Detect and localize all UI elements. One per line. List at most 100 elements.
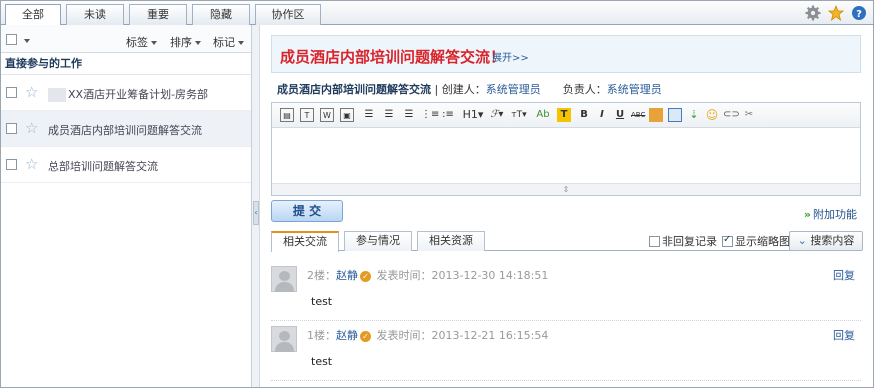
topic-title: 成员酒店内部培训问题解答交流！ — [280, 48, 506, 66]
star-icon[interactable] — [828, 5, 844, 21]
user-link[interactable]: 赵静 — [336, 269, 358, 282]
star-outline-icon[interactable]: ☆ — [25, 85, 38, 100]
star-outline-icon[interactable]: ☆ — [25, 121, 38, 136]
post-item: 1楼：赵静 ✓ 发表时间：2013-12-21 16:15:54 回复 test — [271, 323, 861, 381]
post-header: 1楼：赵静 ✓ 发表时间：2013-12-21 16:15:54 — [307, 327, 548, 343]
item-checkbox[interactable] — [6, 87, 17, 98]
heading-button[interactable]: H1▾ — [462, 108, 484, 122]
paste-word-icon[interactable]: W — [320, 108, 334, 122]
editor-toolbar: ▤ T W ▣ ☰ ☰ ☰ ⋮≡ :≡ H1▾ ℱ▾ тT▾ Ab T B I … — [272, 103, 860, 128]
tag-label: 标签 — [126, 36, 148, 49]
unlink-icon[interactable]: ✂ — [742, 108, 756, 122]
expand-link[interactable]: 展开>> — [492, 49, 529, 64]
ordered-list-icon[interactable]: ⋮≡ — [421, 108, 439, 122]
item-checkbox[interactable] — [6, 123, 17, 134]
highlight-text-icon[interactable]: T — [557, 108, 571, 122]
paste-image-icon[interactable]: ▣ — [340, 108, 354, 122]
strike-icon[interactable]: ABC — [631, 108, 645, 122]
insert-row-icon[interactable]: ⇣ — [687, 108, 701, 122]
floor-label: 1楼： — [307, 329, 336, 342]
help-icon[interactable]: ? — [851, 5, 867, 21]
topic-meta: 成员酒店内部培训问题解答交流 | 创建人：系统管理员 负责人：系统管理员 — [277, 81, 662, 97]
list-item[interactable]: ☆ 总部培训问题解答交流 — [1, 147, 251, 183]
bold-icon[interactable]: B — [577, 108, 591, 122]
redacted-block — [48, 88, 66, 102]
no-reply-option[interactable]: 非回复记录 — [649, 233, 717, 249]
search-content-button[interactable]: ⌄ 搜索内容 — [789, 231, 863, 251]
select-dropdown[interactable] — [21, 34, 30, 47]
reply-link[interactable]: 回复 — [833, 267, 855, 283]
resize-handle[interactable]: ⇕ — [272, 183, 860, 195]
sort-label: 排序 — [170, 36, 192, 49]
extra-functions-link[interactable]: » 附加功能 — [804, 206, 857, 222]
tab-all[interactable]: 全部 — [5, 4, 61, 26]
mark-dropdown[interactable]: 标记 — [213, 34, 244, 50]
paste-text-icon[interactable]: T — [300, 108, 314, 122]
tab-unread[interactable]: 未读 — [66, 4, 124, 25]
post-time: 2013-12-30 14:18:51 — [431, 269, 549, 282]
reply-link[interactable]: 回复 — [833, 327, 855, 343]
panel-splitter[interactable]: ‹ — [252, 25, 260, 387]
tab-participation[interactable]: 参与情况 — [344, 231, 412, 251]
no-reply-checkbox[interactable] — [649, 235, 660, 247]
tab-hidden[interactable]: 隐藏 — [192, 4, 250, 25]
align-center-icon[interactable]: ☰ — [382, 108, 396, 122]
list-item[interactable]: ☆ XX酒店开业筹备计划-房务部 — [1, 75, 251, 111]
list-item-selected[interactable]: ☆ 成员酒店内部培训问题解答交流 — [1, 111, 251, 147]
paste-icon[interactable]: ▤ — [280, 108, 294, 122]
time-label: 发表时间： — [376, 269, 432, 282]
post-time: 2013-12-21 16:15:54 — [431, 329, 549, 342]
thumbnail-label: 显示缩略图 — [735, 235, 790, 248]
extra-label: 附加功能 — [813, 208, 857, 221]
no-reply-label: 非回复记录 — [662, 235, 717, 248]
gear-icon[interactable] — [805, 5, 821, 21]
avatar[interactable] — [271, 326, 297, 352]
link-icon[interactable]: ⊂⊃ — [723, 108, 740, 122]
tab-related-resources[interactable]: 相关资源 — [417, 231, 485, 251]
user-link[interactable]: 赵静 — [336, 329, 358, 342]
font-family-icon[interactable]: ℱ▾ — [488, 108, 506, 122]
thumbnail-option[interactable]: 显示缩略图 — [722, 233, 790, 249]
topic-banner: 成员酒店内部培训问题解答交流！ 展开>> — [271, 35, 861, 73]
tag-dropdown[interactable]: 标签 — [126, 34, 157, 50]
list-item-label: XX酒店开业筹备计划-房务部 — [68, 88, 209, 101]
owner-link[interactable]: 系统管理员 — [607, 83, 662, 96]
meta-topic: 成员酒店内部培训问题解答交流 — [277, 83, 431, 96]
star-outline-icon[interactable]: ☆ — [25, 157, 38, 172]
list-item-label: 成员酒店内部培训问题解答交流 — [48, 124, 202, 137]
rich-text-editor: ▤ T W ▣ ☰ ☰ ☰ ⋮≡ :≡ H1▾ ℱ▾ тT▾ Ab T B I … — [271, 102, 861, 196]
tab-collab[interactable]: 协作区 — [255, 4, 321, 25]
submit-button[interactable]: 提 交 — [271, 200, 343, 222]
emoji-icon[interactable]: ☺ — [705, 108, 719, 122]
chevron-down-icon — [195, 41, 201, 45]
mark-label: 标记 — [213, 36, 235, 49]
tab-important[interactable]: 重要 — [129, 4, 187, 25]
post-body: test — [311, 295, 333, 308]
tab-related-exchange[interactable]: 相关交流 — [271, 231, 339, 252]
detail-panel: 成员酒店内部培训问题解答交流！ 展开>> 成员酒店内部培训问题解答交流 | 创建… — [261, 25, 873, 387]
thumbnail-checkbox[interactable] — [722, 234, 733, 247]
select-all-checkbox[interactable] — [6, 34, 17, 45]
align-right-icon[interactable]: ☰ — [402, 108, 416, 122]
item-checkbox[interactable] — [6, 159, 17, 170]
font-color-icon[interactable]: Ab — [535, 108, 551, 122]
floor-label: 2楼： — [307, 269, 336, 282]
chevron-down-icon: ⌄ — [797, 234, 807, 247]
unordered-list-icon[interactable]: :≡ — [441, 108, 455, 122]
italic-icon[interactable]: I — [595, 108, 609, 122]
avatar[interactable] — [271, 266, 297, 292]
verified-badge-icon: ✓ — [360, 330, 371, 342]
chevron-down-icon — [151, 41, 157, 45]
table-icon[interactable] — [668, 108, 682, 122]
align-left-icon[interactable]: ☰ — [362, 108, 376, 122]
sort-dropdown[interactable]: 排序 — [170, 34, 201, 50]
chevron-down-icon — [24, 39, 30, 43]
collapse-arrow-icon[interactable]: ‹ — [253, 201, 259, 225]
image-icon[interactable] — [649, 108, 663, 122]
editor-textarea[interactable] — [272, 128, 860, 183]
creator-link[interactable]: 系统管理员 — [486, 83, 541, 96]
work-list-panel: 标签 排序 标记 直接参与的工作 ☆ XX酒店开业筹备计划-房务部 ☆ 成员酒店… — [1, 25, 252, 387]
underline-icon[interactable]: U — [613, 108, 627, 122]
font-size-icon[interactable]: тT▾ — [510, 108, 528, 122]
post-body: test — [311, 355, 333, 368]
